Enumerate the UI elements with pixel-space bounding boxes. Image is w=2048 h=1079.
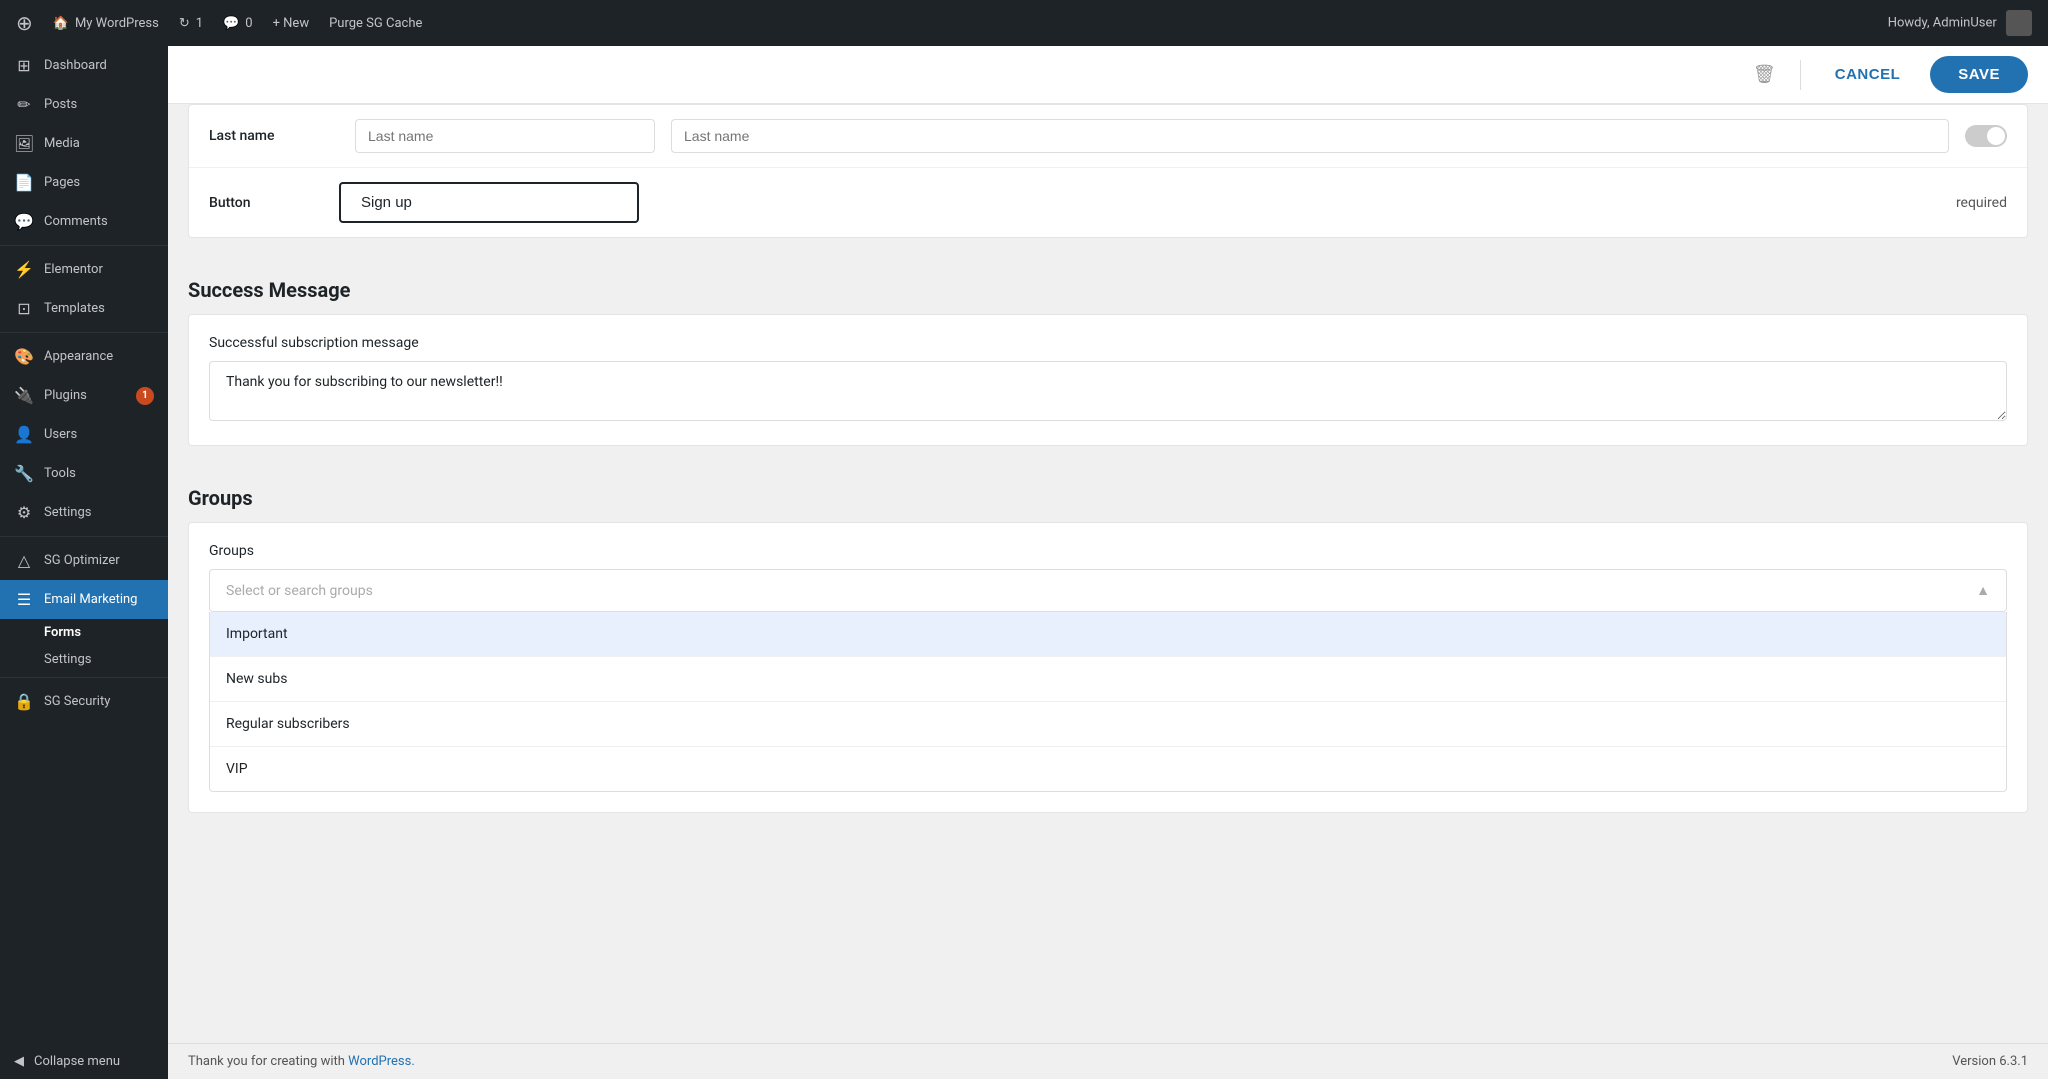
last-name-input-1[interactable] xyxy=(355,119,655,153)
groups-dropdown: Select or search groups ▲ Important New … xyxy=(209,569,2007,792)
sidebar-item-pages[interactable]: 📄 Pages xyxy=(0,163,168,202)
sidebar-item-settings[interactable]: ⚙ Settings xyxy=(0,493,168,532)
plugins-badge: 1 xyxy=(136,387,154,405)
groups-option-regular[interactable]: Regular subscribers xyxy=(210,702,2006,747)
admin-bar-updates[interactable]: ↻ 1 xyxy=(179,16,203,31)
sidebar-item-templates[interactable]: ⊡ Templates xyxy=(0,289,168,328)
last-name-toggle[interactable] xyxy=(1965,125,2007,147)
email-marketing-icon: ☰ xyxy=(14,590,34,609)
delete-icon[interactable]: 🗑 xyxy=(1743,58,1786,91)
posts-icon: ✏ xyxy=(14,95,34,114)
sg-optimizer-icon: △ xyxy=(14,551,34,570)
groups-placeholder: Select or search groups xyxy=(226,583,373,599)
last-name-label: Last name xyxy=(209,128,339,144)
chevron-up-icon: ▲ xyxy=(1976,582,1990,599)
groups-dropdown-header[interactable]: Select or search groups ▲ xyxy=(209,569,2007,612)
admin-bar-purge[interactable]: Purge SG Cache xyxy=(329,16,422,31)
sidebar-item-comments[interactable]: 💬 Comments xyxy=(0,202,168,241)
footer-wordpress-link[interactable]: WordPress. xyxy=(348,1054,415,1069)
success-message-heading: Success Message xyxy=(188,258,2028,314)
form-section-fields: Last name Button required xyxy=(188,104,2028,238)
success-message-section: Successful subscription message Thank yo… xyxy=(188,314,2028,446)
footer-thanks: Thank you for creating with WordPress. xyxy=(188,1054,415,1069)
sidebar-item-tools[interactable]: 🔧 Tools xyxy=(0,454,168,493)
top-action-bar: 🗑 CANCEL SAVE xyxy=(168,46,2048,104)
admin-bar: ⊕ 🏠 My WordPress ↻ 1 💬 0 + New Purge SG … xyxy=(0,0,2048,46)
admin-bar-site[interactable]: 🏠 My WordPress xyxy=(53,16,159,31)
success-field-label: Successful subscription message xyxy=(209,335,2007,351)
footer-version: Version 6.3.1 xyxy=(1952,1054,2028,1069)
plugins-icon: 🔌 xyxy=(14,386,34,405)
collapse-icon: ◀ xyxy=(14,1054,24,1069)
admin-bar-new[interactable]: + New xyxy=(273,16,310,31)
admin-bar-comments[interactable]: 💬 0 xyxy=(223,16,253,31)
groups-option-important[interactable]: Important xyxy=(210,612,2006,657)
wp-logo-icon: ⊕ xyxy=(16,11,33,35)
settings-icon: ⚙ xyxy=(14,503,34,522)
comments-icon: 💬 xyxy=(223,16,239,31)
groups-dropdown-list: Important New subs Regular subscribers V… xyxy=(209,612,2007,792)
user-avatar xyxy=(2006,10,2032,36)
sidebar-item-media[interactable]: 🖼 Media xyxy=(0,124,168,163)
home-icon: 🏠 xyxy=(53,16,69,31)
separator xyxy=(1800,60,1801,90)
refresh-icon: ↻ xyxy=(179,16,190,31)
main-content: Last name Button required Success Messag… xyxy=(168,104,2048,1043)
templates-icon: ⊡ xyxy=(14,299,34,318)
sidebar-subitem-forms[interactable]: Forms xyxy=(0,619,168,646)
button-label: Button xyxy=(209,195,339,211)
pages-icon: 📄 xyxy=(14,173,34,192)
groups-section: Groups Select or search groups ▲ Importa… xyxy=(188,522,2028,813)
content-area: 🗑 CANCEL SAVE Last name Button require xyxy=(168,46,2048,1079)
groups-option-new-subs[interactable]: New subs xyxy=(210,657,2006,702)
admin-bar-user: Howdy, AdminUser xyxy=(1888,10,2032,36)
success-message-input[interactable]: Thank you for subscribing to our newslet… xyxy=(209,361,2007,421)
button-row: Button required xyxy=(189,168,2027,237)
save-button[interactable]: SAVE xyxy=(1930,56,2028,93)
appearance-icon: 🎨 xyxy=(14,347,34,366)
sidebar-item-dashboard[interactable]: ⊞ Dashboard xyxy=(0,46,168,85)
sidebar-item-sg-security[interactable]: 🔒 SG Security xyxy=(0,682,168,721)
sidebar-item-posts[interactable]: ✏ Posts xyxy=(0,85,168,124)
sidebar-item-users[interactable]: 👤 Users xyxy=(0,415,168,454)
last-name-row: Last name xyxy=(189,105,2027,168)
required-label: required xyxy=(1956,195,2007,211)
last-name-input-2[interactable] xyxy=(671,119,1949,153)
sidebar: ⊞ Dashboard ✏ Posts 🖼 Media 📄 Pages 💬 Co… xyxy=(0,46,168,1079)
sidebar-item-sg-optimizer[interactable]: △ SG Optimizer xyxy=(0,541,168,580)
sidebar-item-plugins[interactable]: 🔌 Plugins 1 xyxy=(0,376,168,415)
groups-option-vip[interactable]: VIP xyxy=(210,747,2006,791)
button-input[interactable] xyxy=(339,182,639,223)
media-icon: 🖼 xyxy=(14,134,34,153)
cancel-button[interactable]: CANCEL xyxy=(1815,58,1921,91)
sidebar-subitem-settings[interactable]: Settings xyxy=(0,646,168,673)
groups-heading: Groups xyxy=(188,466,2028,522)
collapse-menu[interactable]: ◀ Collapse menu xyxy=(0,1044,168,1079)
sidebar-item-appearance[interactable]: 🎨 Appearance xyxy=(0,337,168,376)
comments-icon: 💬 xyxy=(14,212,34,231)
dashboard-icon: ⊞ xyxy=(14,56,34,75)
users-icon: 👤 xyxy=(14,425,34,444)
elementor-icon: ⚡ xyxy=(14,260,34,279)
sg-security-icon: 🔒 xyxy=(14,692,34,711)
tools-icon: 🔧 xyxy=(14,464,34,483)
footer: Thank you for creating with WordPress. V… xyxy=(168,1043,2048,1079)
sidebar-item-email-marketing[interactable]: ☰ Email Marketing xyxy=(0,580,168,619)
groups-field-label: Groups xyxy=(209,543,2007,559)
sidebar-item-elementor[interactable]: ⚡ Elementor xyxy=(0,250,168,289)
